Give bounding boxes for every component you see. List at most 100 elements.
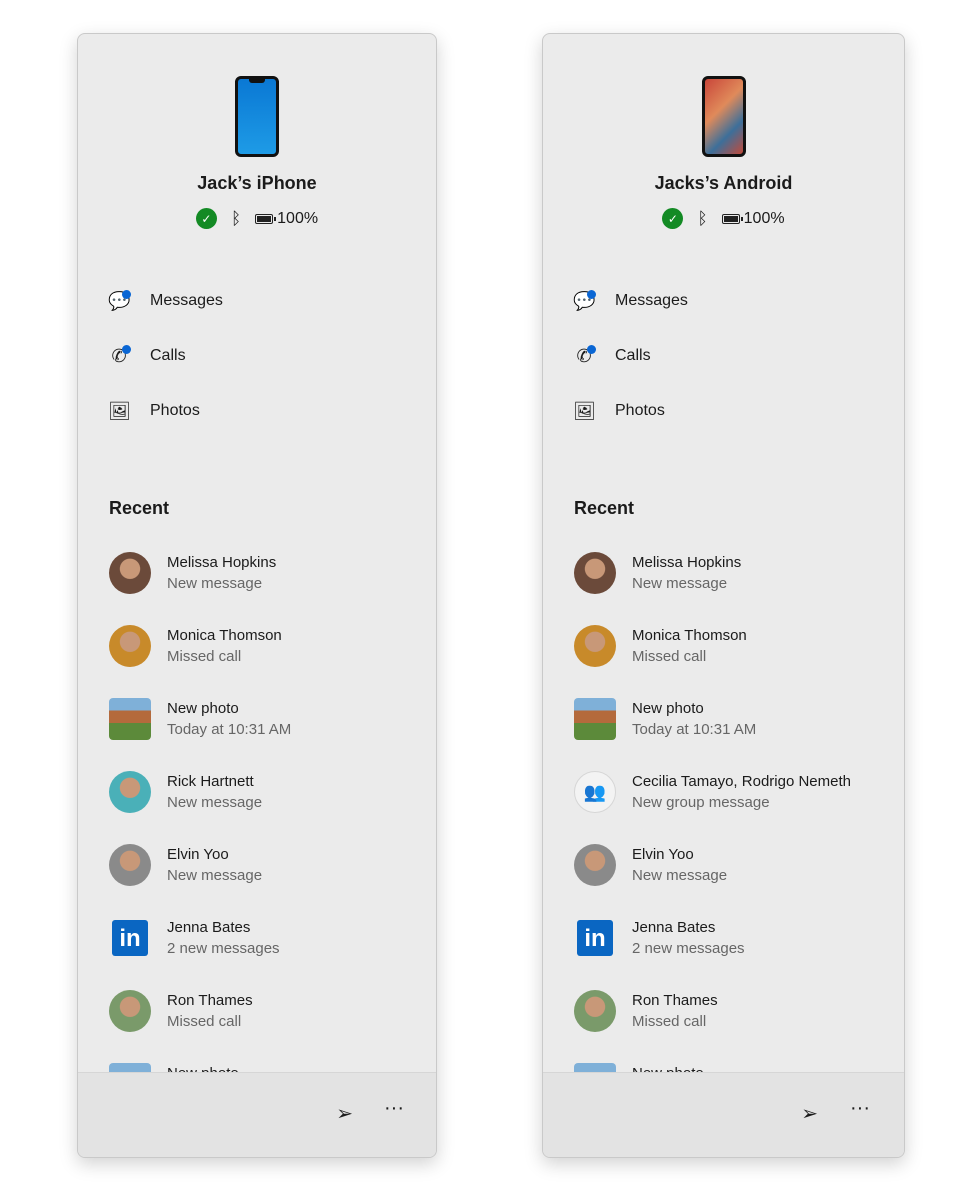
device-status: ✓ ᛒ 100% xyxy=(78,208,436,229)
recent-item-name: Ron Thames xyxy=(167,992,253,1009)
notification-badge xyxy=(122,290,131,299)
recent-item-detail: New message xyxy=(632,867,727,884)
notification-badge xyxy=(587,290,596,299)
recent-item-detail: Missed call xyxy=(632,648,706,665)
footer-bar: ➢ ··· xyxy=(543,1072,904,1157)
avatar xyxy=(574,625,616,667)
linkedin-icon: in xyxy=(574,917,616,959)
nav-item-label: Calls xyxy=(615,347,651,365)
battery-status: 100% xyxy=(255,210,318,228)
battery-icon xyxy=(722,214,740,224)
recent-item[interactable]: Monica Thomson Missed call xyxy=(109,625,429,669)
linkedin-logo: in xyxy=(112,920,148,956)
avatar xyxy=(574,844,616,886)
recent-item-name: New photo xyxy=(632,700,704,717)
avatar xyxy=(574,552,616,594)
recent-item[interactable]: inJenna Bates2 new messages xyxy=(109,917,429,961)
recent-item[interactable]: Rick HartnettNew message xyxy=(109,771,429,815)
recent-item-name: Jenna Bates xyxy=(167,919,250,936)
recent-item[interactable]: New photo Today at 10:31 AM xyxy=(109,698,429,742)
nav-item-label: Messages xyxy=(150,292,223,310)
more-options-icon[interactable]: ··· xyxy=(850,1097,870,1120)
connected-check-icon: ✓ xyxy=(196,208,217,229)
connected-check-icon: ✓ xyxy=(662,208,683,229)
recent-item-detail: Today at 10:31 AM xyxy=(632,721,756,738)
nav-item-messages[interactable]: 💬Messages xyxy=(573,290,688,312)
recent-item-detail: New group message xyxy=(632,794,770,811)
recent-heading: Recent xyxy=(574,498,634,519)
photo-thumbnail xyxy=(109,698,151,740)
avatar xyxy=(574,990,616,1032)
nav-item-label: Photos xyxy=(150,402,200,420)
recent-item-name: Ron Thames xyxy=(632,992,718,1009)
device-image xyxy=(702,76,746,157)
recent-item-detail: Missed call xyxy=(632,1013,706,1030)
avatar xyxy=(109,844,151,886)
device-name: Jacks’s Android xyxy=(543,173,904,194)
recent-item-detail: New message xyxy=(167,575,262,592)
battery-level: 100% xyxy=(277,210,318,228)
recent-item-detail: 2 new messages xyxy=(632,940,745,957)
battery-level: 100% xyxy=(744,210,785,228)
avatar xyxy=(109,625,151,667)
recent-item[interactable]: Monica Thomson Missed call xyxy=(574,625,894,669)
recent-item-detail: Missed call xyxy=(167,1013,241,1030)
send-icon[interactable]: ➢ xyxy=(801,1101,818,1126)
battery-status: 100% xyxy=(722,210,785,228)
iphone-panel: Jack’s iPhone ✓ ᛒ 100% 💬Messages ✆Calls 🖼 Photo… xyxy=(77,33,437,1158)
recent-item-name: New photo xyxy=(167,700,239,717)
device-image xyxy=(235,76,279,157)
recent-item-name: Melissa Hopkins xyxy=(632,554,741,571)
recent-heading: Recent xyxy=(109,498,169,519)
recent-item-detail: Today at 10:31 AM xyxy=(167,721,291,738)
device-status: ✓ ᛒ 100% xyxy=(543,208,904,229)
linkedin-icon: in xyxy=(109,917,151,959)
nav-item-calls[interactable]: ✆Calls xyxy=(573,345,651,367)
notification-badge xyxy=(587,345,596,354)
recent-item[interactable]: Ron Thames Missed call xyxy=(109,990,429,1034)
avatar xyxy=(109,771,151,813)
recent-item[interactable]: 👥 Cecilia Tamayo, Rodrigo Nemeth New group… xyxy=(574,771,894,815)
avatar xyxy=(109,552,151,594)
nav-item-label: Photos xyxy=(615,402,665,420)
recent-item-name: Jenna Bates xyxy=(632,919,715,936)
nav-item-photos[interactable]: 🖼 Photos xyxy=(108,400,200,422)
nav-item-photos[interactable]: 🖼 Photos xyxy=(573,400,665,422)
device-name: Jack’s iPhone xyxy=(78,173,436,194)
recent-item-name: Melissa Hopkins xyxy=(167,554,276,571)
photos-icon: 🖼 xyxy=(108,400,130,422)
battery-icon xyxy=(255,214,273,224)
send-icon[interactable]: ➢ xyxy=(336,1101,353,1126)
recent-item[interactable]: Ron Thames Missed call xyxy=(574,990,894,1034)
phone-notch xyxy=(249,79,265,83)
recent-item-detail: Missed call xyxy=(167,648,241,665)
group-icon: 👥 xyxy=(574,771,616,813)
recent-item[interactable]: Melissa Hopkins New message xyxy=(109,552,429,596)
nav-item-label: Messages xyxy=(615,292,688,310)
avatar xyxy=(109,990,151,1032)
recent-item-name: Monica Thomson xyxy=(632,627,747,644)
android-panel: Jacks’s Android ✓ ᛒ 100% 💬Messages ✆Calls 🖼 Pho… xyxy=(542,33,905,1158)
recent-item-detail: New message xyxy=(167,794,262,811)
recent-item-detail: New message xyxy=(167,867,262,884)
recent-item-name: Monica Thomson xyxy=(167,627,282,644)
linkedin-logo: in xyxy=(577,920,613,956)
nav-item-messages[interactable]: 💬Messages xyxy=(108,290,223,312)
nav-item-label: Calls xyxy=(150,347,186,365)
more-options-icon[interactable]: ··· xyxy=(384,1097,404,1120)
bluetooth-icon: ᛒ xyxy=(697,209,707,229)
recent-item-name: Elvin Yoo xyxy=(632,846,694,863)
recent-item[interactable]: Elvin Yoo New message xyxy=(109,844,429,888)
nav-item-calls[interactable]: ✆Calls xyxy=(108,345,186,367)
recent-item[interactable]: Elvin Yoo New message xyxy=(574,844,894,888)
notification-badge xyxy=(122,345,131,354)
recent-item-name: Elvin Yoo xyxy=(167,846,229,863)
photo-thumbnail xyxy=(574,698,616,740)
recent-item[interactable]: Melissa HopkinsNew message xyxy=(574,552,894,596)
footer-bar: ➢ ··· xyxy=(78,1072,436,1157)
recent-item[interactable]: in Jenna Bates 2 new messages xyxy=(574,917,894,961)
photos-icon: 🖼 xyxy=(573,400,595,422)
recent-item[interactable]: New photo Today at 10:31 AM xyxy=(574,698,894,742)
recent-item-name: Cecilia Tamayo, Rodrigo Nemeth xyxy=(632,773,851,790)
bluetooth-icon: ᛒ xyxy=(231,209,241,229)
